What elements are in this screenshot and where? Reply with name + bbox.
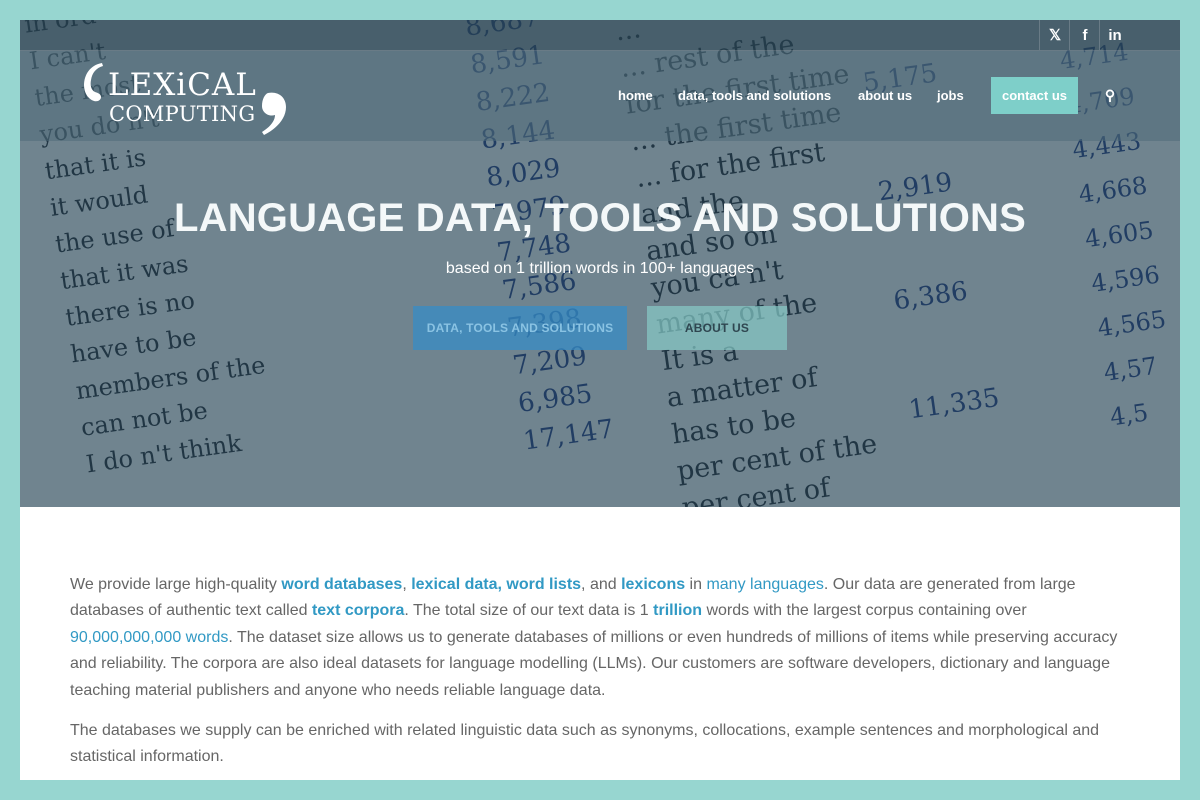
page-frame: in ordI can'tthe mostyou do n'tthat it i…: [20, 20, 1180, 780]
facebook-icon: f: [1082, 26, 1088, 44]
nav-jobs[interactable]: jobs: [937, 77, 964, 114]
social-bar: 𝕏 f in: [20, 20, 1180, 51]
x-twitter-icon: 𝕏: [1048, 27, 1062, 44]
nav-data-tools-solutions[interactable]: data, tools and solutions: [678, 77, 831, 114]
lexical-data-link[interactable]: lexical data, word lists: [411, 576, 581, 593]
data-tools-solutions-button[interactable]: DATA, TOOLS AND SOLUTIONS: [413, 306, 627, 350]
p1-text-8: . The dataset size allows us to generate…: [70, 628, 1118, 699]
logo-line2: COMPUTING: [109, 102, 255, 126]
nav-about-us[interactable]: about us: [858, 77, 912, 114]
intro-paragraph-2: The databases we supply can be enriched …: [70, 722, 1100, 766]
p1-text-6: . The total size of our text data is 1: [404, 602, 654, 620]
p1-text-1: We provide large high-quality: [70, 576, 282, 593]
hero-title: LANGUAGE DATA, TOOLS AND SOLUTIONS: [174, 196, 1026, 240]
site-header: LEXiCAL COMPUTING home data, tools and s…: [20, 51, 1180, 141]
trillion-link[interactable]: trillion: [653, 602, 702, 619]
hero-subtitle: based on 1 trillion words in 100+ langua…: [445, 260, 755, 277]
hero-section: in ordI can'tthe mostyou do n'tthat it i…: [20, 20, 1180, 507]
nav-home[interactable]: home: [618, 77, 653, 114]
nav-search-button[interactable]: ⚲: [1100, 77, 1120, 114]
p1-text-4: in: [685, 576, 707, 593]
search-icon: ⚲: [1104, 87, 1116, 103]
lexicons-link[interactable]: lexicons: [621, 576, 685, 593]
social-linkedin-link[interactable]: in: [1099, 20, 1130, 50]
logo-line1: LEXiCAL: [108, 67, 257, 103]
site-logo[interactable]: LEXiCAL COMPUTING: [78, 55, 290, 137]
intro-content: We provide large high-quality word datab…: [70, 572, 1130, 780]
text-corpora-link[interactable]: text corpora: [312, 602, 404, 619]
p1-text-3: , and: [581, 576, 622, 593]
social-x-link[interactable]: 𝕏: [1039, 20, 1070, 50]
nav-contact-us[interactable]: contact us: [991, 77, 1078, 114]
p1-text-7: words with the largest corpus containing…: [702, 602, 1027, 620]
logo-open-quote-icon: [84, 63, 103, 102]
corpus-size-link[interactable]: 90,000,000,000 words: [70, 629, 228, 646]
about-us-button[interactable]: ABOUT US: [647, 306, 787, 350]
p1-text-2: ,: [402, 576, 412, 593]
logo-close-quote-icon: [262, 92, 286, 135]
intro-paragraph-1: We provide large high-quality word datab…: [70, 572, 1130, 704]
linkedin-icon: in: [1108, 26, 1122, 44]
social-facebook-link[interactable]: f: [1069, 20, 1100, 50]
many-languages-link[interactable]: many languages: [706, 576, 823, 593]
word-databases-link[interactable]: word databases: [281, 576, 402, 593]
